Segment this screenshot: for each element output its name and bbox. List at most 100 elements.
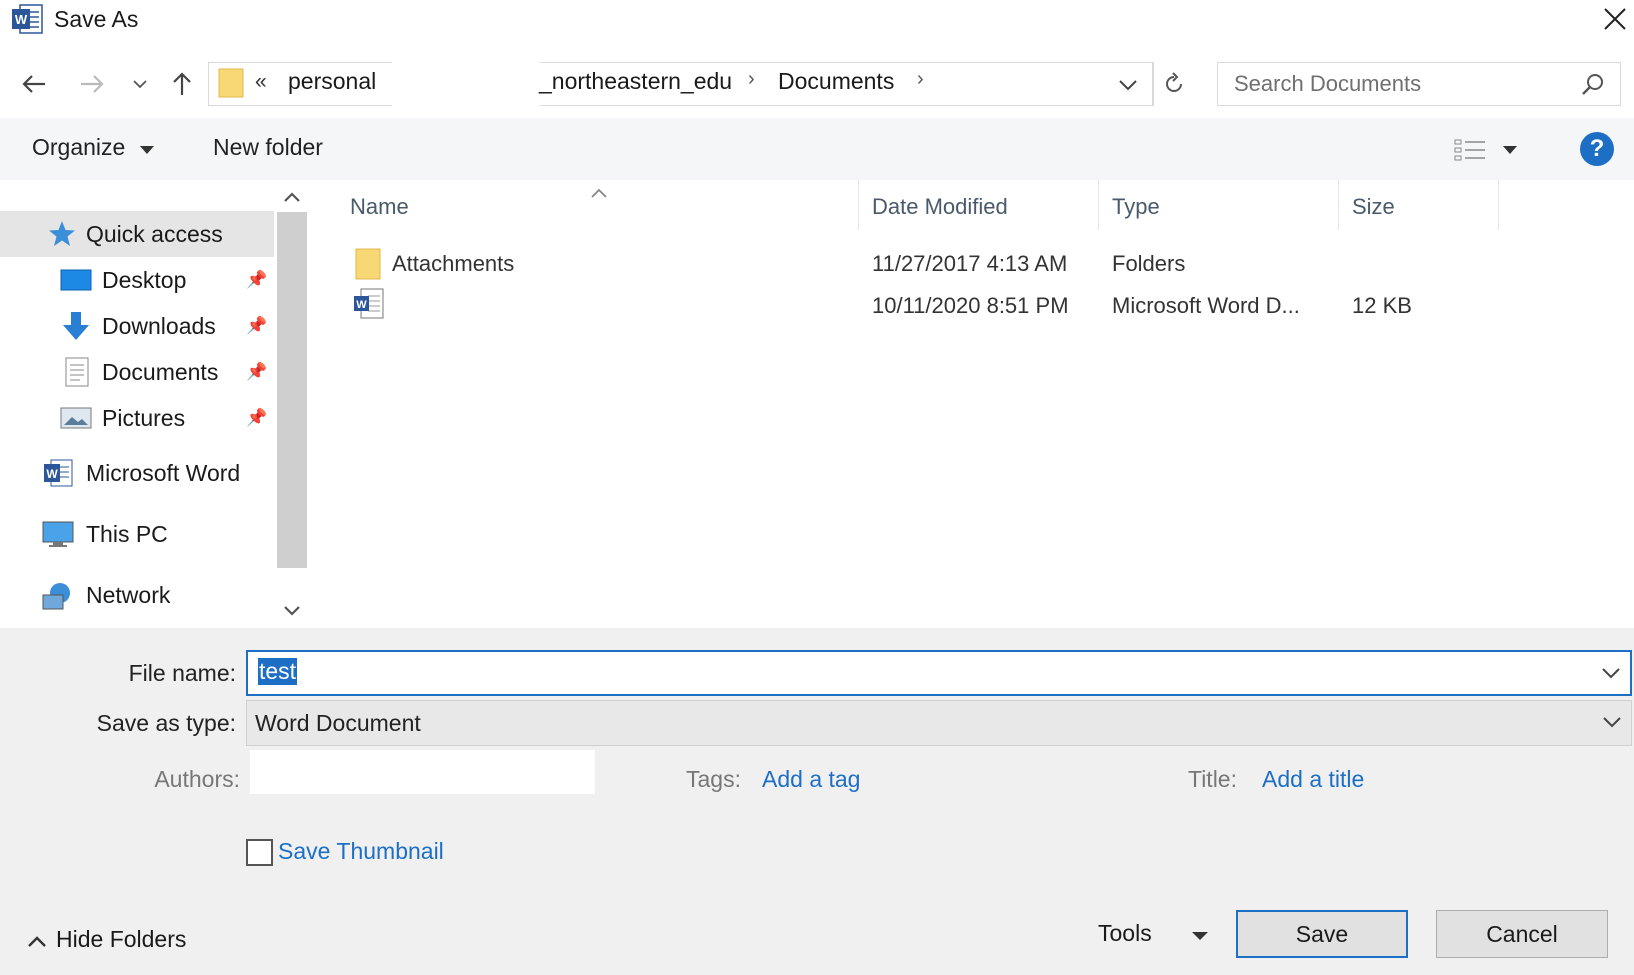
up-button[interactable] — [162, 64, 202, 104]
file-row[interactable]: Attachments 11/27/2017 4:13 AM Folders — [340, 245, 1500, 285]
chevron-down-icon — [133, 80, 147, 89]
add-title-link[interactable]: Add a title — [1262, 766, 1364, 793]
download-icon — [60, 310, 92, 342]
pin-icon[interactable]: 📌 — [246, 316, 267, 336]
breadcrumb-separator[interactable]: › — [748, 68, 755, 91]
arrow-up-icon — [173, 72, 191, 95]
file-size: 12 KB — [1352, 293, 1412, 318]
window-title: Save As — [54, 6, 139, 32]
title-label: Title: — [1188, 766, 1237, 792]
sidebar-item-microsoft-word[interactable]: W Microsoft Word — [0, 450, 274, 496]
sidebar-item-label: Quick access — [86, 220, 223, 247]
save-button[interactable]: Save — [1236, 910, 1408, 958]
search-icon[interactable] — [1580, 71, 1606, 103]
back-button[interactable] — [14, 64, 54, 104]
pin-icon[interactable]: 📌 — [246, 408, 267, 428]
star-icon — [46, 218, 78, 250]
help-button[interactable]: ? — [1580, 132, 1614, 166]
breadcrumb-redacted — [392, 62, 540, 106]
sidebar-item-label: Documents — [102, 358, 219, 385]
close-icon — [1604, 8, 1626, 30]
file-name-field[interactable]: test — [246, 650, 1632, 696]
view-options-button[interactable] — [1451, 134, 1531, 166]
sidebar-item-desktop[interactable]: Desktop 📌 — [0, 257, 274, 303]
organize-label: Organize — [32, 134, 126, 160]
cancel-button[interactable]: Cancel — [1436, 910, 1608, 958]
scroll-down-button[interactable] — [274, 596, 310, 626]
sidebar-item-network[interactable]: Network — [0, 572, 274, 618]
tags-label: Tags: — [686, 766, 741, 792]
tools-label: Tools — [1098, 920, 1152, 946]
sidebar-item-label: Network — [86, 581, 171, 608]
save-thumbnail-checkbox[interactable] — [246, 839, 273, 866]
word-icon: W — [42, 457, 74, 489]
hide-folders-button[interactable]: Hide Folders — [56, 926, 186, 953]
pin-icon[interactable]: 📌 — [246, 270, 267, 290]
refresh-button[interactable] — [1153, 62, 1193, 106]
chevron-up-icon — [28, 936, 46, 947]
save-as-type-select[interactable]: Word Document — [246, 700, 1632, 746]
column-header-name[interactable]: Name — [350, 194, 409, 220]
pictures-icon — [60, 402, 92, 434]
pin-icon[interactable]: 📌 — [246, 362, 267, 382]
sidebar-item-label: Desktop — [102, 266, 187, 293]
svg-text:W: W — [46, 467, 58, 481]
breadcrumb-documents[interactable]: Documents — [778, 68, 894, 95]
breadcrumb-personal[interactable]: personal — [288, 68, 376, 95]
hide-folders-chevron[interactable] — [22, 926, 58, 956]
nav-scrollbar-thumb[interactable] — [277, 212, 307, 568]
breadcrumb-overflow[interactable]: « — [255, 70, 267, 94]
column-header-date-modified[interactable]: Date Modified — [872, 194, 1008, 220]
chevron-down-icon[interactable] — [1600, 662, 1622, 690]
save-thumbnail-label[interactable]: Save Thumbnail — [278, 838, 444, 865]
tools-button[interactable]: Tools — [1098, 920, 1209, 947]
sidebar-item-downloads[interactable]: Downloads 📌 — [0, 303, 274, 349]
navigation-pane: Quick access Desktop 📌 Downloads 📌 Docum… — [0, 180, 310, 628]
sidebar-item-label: This PC — [86, 520, 168, 547]
new-folder-button[interactable]: New folder — [213, 134, 323, 161]
column-header-type[interactable]: Type — [1112, 194, 1160, 220]
organize-button[interactable]: Organize — [32, 134, 154, 161]
scroll-up-button[interactable] — [274, 182, 310, 212]
search-input[interactable] — [1234, 71, 1554, 97]
sidebar-item-label: Downloads — [102, 312, 216, 339]
close-button[interactable] — [1596, 0, 1634, 38]
chevron-up-icon — [284, 192, 300, 202]
details-view-icon — [1454, 139, 1517, 161]
search-box[interactable] — [1217, 62, 1621, 106]
chevron-down-icon — [1119, 80, 1137, 91]
sidebar-item-this-pc[interactable]: This PC — [0, 511, 274, 557]
file-date: 11/27/2017 4:13 AM — [872, 251, 1068, 276]
file-type: Folders — [1112, 251, 1186, 276]
word-app-icon: W — [10, 2, 44, 36]
recent-locations-button[interactable] — [120, 64, 160, 104]
breadcrumb-separator[interactable]: › — [917, 68, 924, 91]
pc-icon — [42, 518, 74, 550]
forward-button[interactable] — [72, 64, 112, 104]
file-date: 10/11/2020 8:51 PM — [872, 293, 1069, 318]
chevron-down-icon — [284, 606, 300, 616]
add-tag-link[interactable]: Add a tag — [762, 766, 860, 793]
column-divider[interactable] — [1098, 180, 1099, 230]
file-row[interactable]: W 10/11/2020 8:51 PM Microsoft Word D...… — [340, 287, 1500, 327]
documents-icon — [62, 356, 94, 388]
file-name-value[interactable]: test — [258, 658, 298, 685]
authors-field[interactable] — [250, 750, 595, 794]
column-header-size[interactable]: Size — [1352, 194, 1395, 220]
authors-label: Authors: — [154, 766, 240, 792]
sidebar-item-label: Microsoft Word — [86, 459, 241, 486]
sidebar-item-pictures[interactable]: Pictures 📌 — [0, 395, 274, 441]
sidebar-item-quick-access[interactable]: Quick access — [0, 211, 274, 257]
sort-ascending-icon — [590, 178, 608, 205]
sidebar-item-documents[interactable]: Documents 📌 — [0, 349, 274, 395]
network-icon — [42, 579, 74, 611]
address-dropdown-button[interactable] — [1115, 72, 1145, 98]
column-divider[interactable] — [858, 180, 859, 230]
chevron-down-icon[interactable] — [1601, 711, 1623, 739]
refresh-icon — [1165, 72, 1182, 92]
column-divider[interactable] — [1338, 180, 1339, 230]
column-divider[interactable] — [1498, 180, 1499, 230]
breadcrumb-northeastern[interactable]: _northeastern_edu — [539, 68, 732, 95]
save-as-type-label: Save as type: — [96, 710, 236, 736]
caret-down-icon — [1192, 932, 1209, 940]
